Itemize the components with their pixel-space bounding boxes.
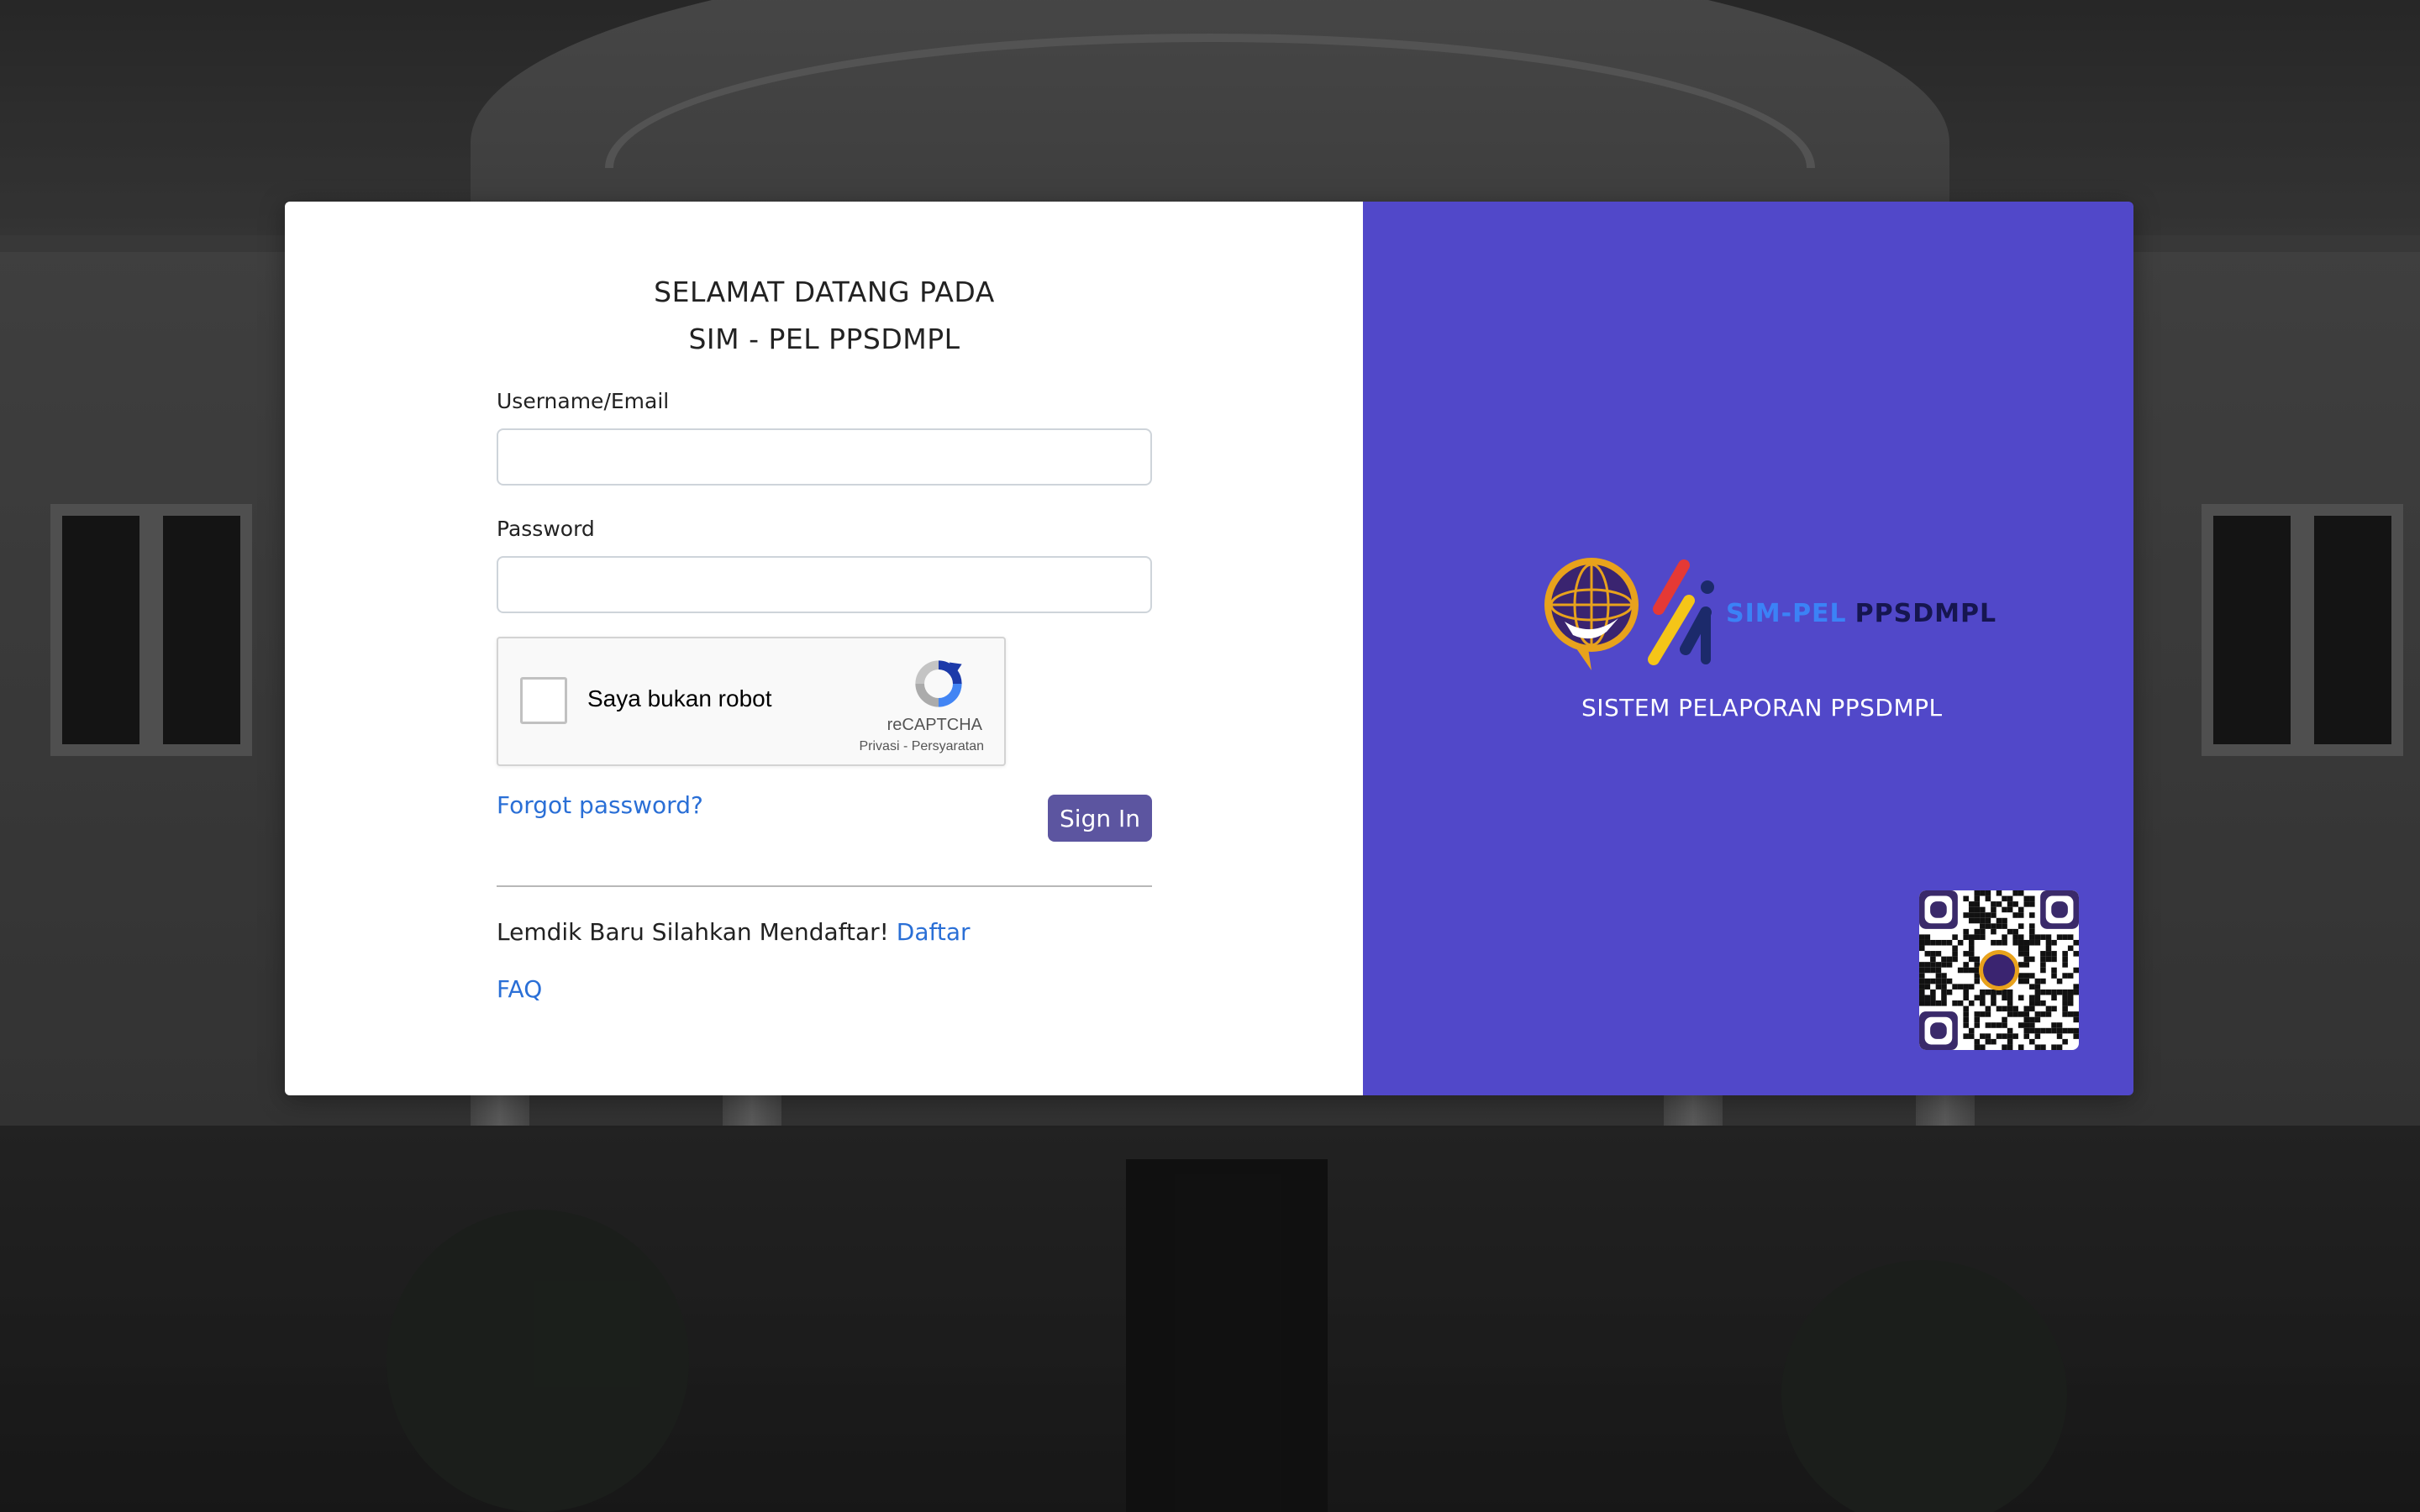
ministry-emblem-icon — [1544, 558, 1639, 670]
sim-pel-mark-icon — [1648, 559, 1714, 665]
recaptcha-checkbox[interactable] — [520, 677, 567, 724]
recaptcha-label: Saya bukan robot — [587, 685, 772, 711]
welcome-line-2: SIM - PEL PPSDMPL — [688, 323, 960, 355]
welcome-line-1: SELAMAT DATANG PADA — [654, 276, 995, 308]
username-label: Username/Email — [497, 389, 670, 413]
login-panel: SELAMAT DATANG PADA SIM - PEL PPSDMPL Us… — [285, 202, 1363, 1095]
register-text: Lemdik Baru Silahkan Mendaftar! — [497, 918, 889, 946]
password-input[interactable] — [497, 556, 1152, 613]
qr-code-icon — [1919, 890, 2079, 1050]
username-input[interactable] — [497, 428, 1152, 486]
app-name-part-1: SIM-PEL — [1726, 598, 1847, 628]
welcome-heading: SELAMAT DATANG PADA SIM - PEL PPSDMPL — [497, 269, 1152, 363]
login-form: SELAMAT DATANG PADA SIM - PEL PPSDMPL Us… — [497, 269, 1152, 1006]
qr-code-graphic — [1919, 890, 2079, 1050]
recaptcha-terms-link[interactable]: Privasi - Persyaratan — [860, 739, 985, 754]
app-name-part-2: PPSDMPL — [1854, 598, 1997, 628]
recaptcha-logo-icon — [915, 660, 962, 707]
login-card: SELAMAT DATANG PADA SIM - PEL PPSDMPL Us… — [285, 202, 2133, 1095]
app-subtitle: SISTEM PELAPORAN PPSDMPL — [1581, 694, 1943, 722]
sign-in-button[interactable]: Sign In — [1048, 795, 1152, 842]
brand-logo-row: SIM-PEL PPSDMPL — [1539, 554, 1996, 672]
divider — [497, 885, 1152, 887]
forgot-password-link[interactable]: Forgot password? — [497, 791, 703, 819]
register-prompt: Lemdik Baru Silahkan Mendaftar! Daftar — [497, 916, 1152, 949]
faq-link[interactable]: FAQ — [497, 973, 542, 1006]
app-name: SIM-PEL PPSDMPL — [1726, 599, 1996, 628]
form-actions: Forgot password? Sign In — [497, 791, 1152, 842]
recaptcha-brand: reCAPTCHA — [886, 716, 982, 734]
brand-panel: SIM-PEL PPSDMPL SISTEM PELAPORAN PPSDMPL — [1363, 202, 2133, 1095]
register-link[interactable]: Daftar — [897, 918, 971, 946]
password-label: Password — [497, 517, 595, 541]
recaptcha-widget: Saya bukan robot reCAPTCHA Privasi - Per… — [497, 637, 1006, 766]
